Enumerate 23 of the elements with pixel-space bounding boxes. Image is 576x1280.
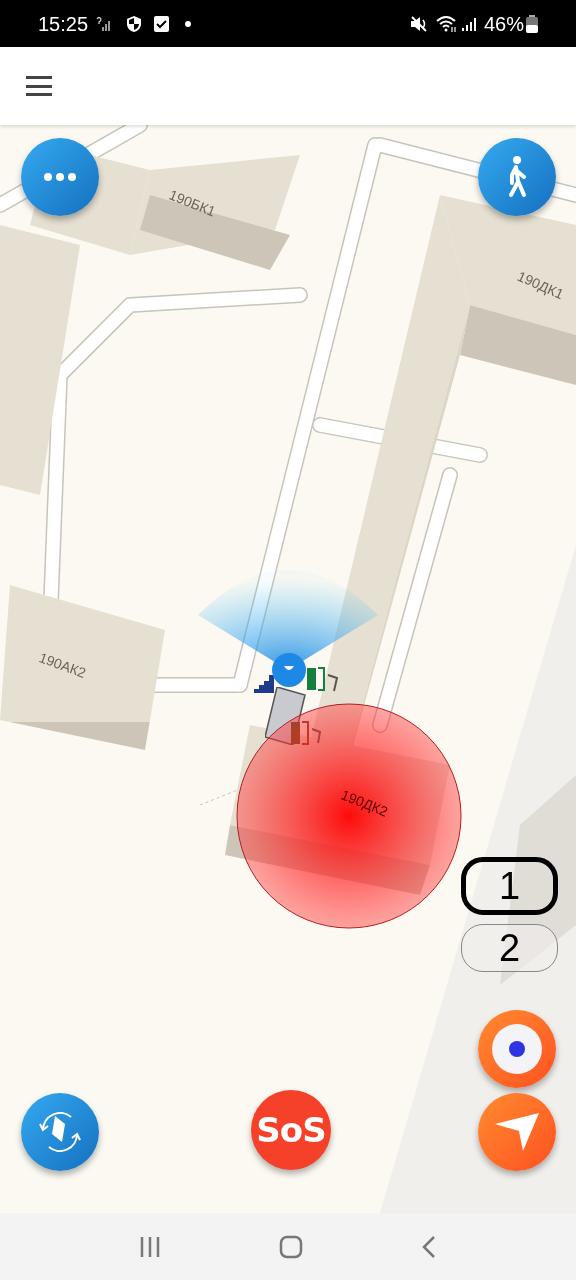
stairs-icon: [254, 675, 274, 693]
more-icon: [43, 172, 77, 182]
battery-icon: [526, 14, 538, 33]
recent-apps-button[interactable]: [139, 1235, 161, 1258]
floor-button[interactable]: 1: [461, 857, 558, 915]
mute-icon: [409, 15, 428, 32]
dot-icon: [185, 20, 192, 27]
status-time: 15:25: [38, 11, 89, 37]
floor-button[interactable]: 2: [461, 924, 558, 972]
home-icon: [279, 1234, 303, 1259]
wifi-icon: [435, 14, 458, 33]
back-button[interactable]: [421, 1234, 437, 1259]
target-icon: [492, 1024, 542, 1074]
door-icon: [306, 667, 338, 693]
signal-icon: [461, 15, 476, 32]
checkbox-icon: [154, 15, 170, 32]
back-icon: [421, 1234, 437, 1259]
location-marker-icon: [271, 652, 307, 688]
home-button[interactable]: [279, 1234, 303, 1259]
battery-percent: 46%: [483, 11, 524, 37]
recent-apps-icon: [139, 1235, 161, 1258]
menu-button[interactable]: [26, 76, 52, 96]
shield-icon: [126, 14, 143, 33]
